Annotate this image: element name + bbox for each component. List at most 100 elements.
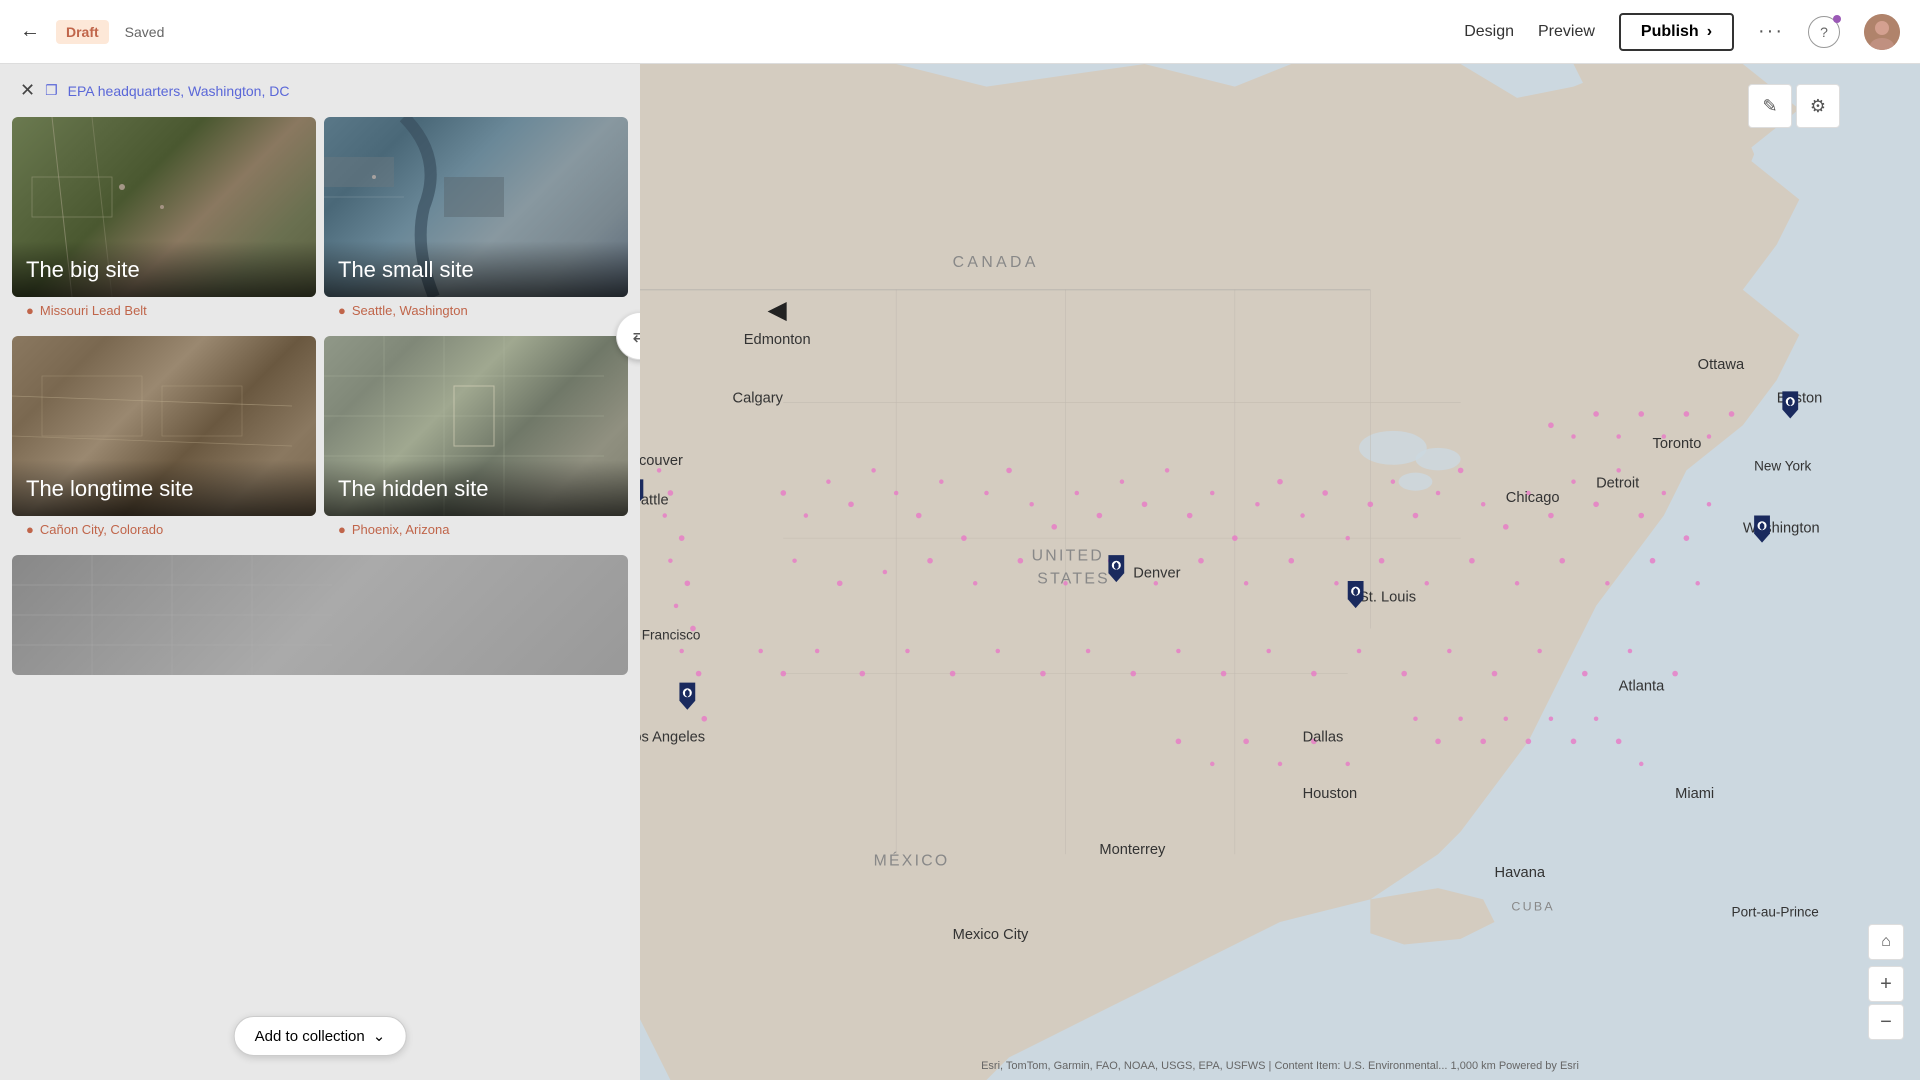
svg-text:Mexico City: Mexico City bbox=[953, 927, 1029, 943]
big-site-location-pin-icon: ● bbox=[26, 303, 34, 318]
hidden-site-container: The hidden site ● Phoenix, Arizona bbox=[324, 336, 628, 547]
zoom-in-button[interactable]: + bbox=[1868, 966, 1904, 1002]
svg-text:Houston: Houston bbox=[1303, 786, 1358, 802]
back-button[interactable]: ← bbox=[20, 20, 40, 43]
home-button[interactable]: ⌂ bbox=[1868, 924, 1904, 960]
svg-text:Detroit: Detroit bbox=[1596, 475, 1639, 491]
svg-text:Vancouver: Vancouver bbox=[640, 453, 683, 469]
big-site-container: The big site ● Missouri Lead Belt bbox=[12, 117, 316, 328]
svg-text:Los Angeles: Los Angeles bbox=[640, 729, 705, 745]
svg-text:Calgary: Calgary bbox=[732, 391, 783, 407]
hidden-site-card[interactable]: The hidden site bbox=[324, 336, 628, 516]
publish-arrow-icon: › bbox=[1707, 23, 1712, 41]
svg-text:◀: ◀ bbox=[767, 297, 787, 324]
zoom-out-icon: − bbox=[1880, 1011, 1892, 1034]
svg-text:Havana: Havana bbox=[1494, 865, 1545, 881]
settings-tool-button[interactable]: ⚙ bbox=[1796, 84, 1840, 128]
svg-text:Dallas: Dallas bbox=[1303, 729, 1344, 745]
hidden-site-overlay: The hidden site bbox=[324, 460, 628, 516]
svg-text:Miami: Miami bbox=[1675, 786, 1714, 802]
hidden-site-location[interactable]: Phoenix, Arizona bbox=[352, 522, 450, 537]
help-button[interactable]: ? bbox=[1808, 16, 1840, 48]
longtime-site-location-pin-icon: ● bbox=[26, 522, 34, 537]
svg-text:Atlanta: Atlanta bbox=[1619, 679, 1665, 695]
big-site-overlay: The big site bbox=[12, 241, 316, 297]
bottom-partial-card[interactable] bbox=[12, 555, 628, 675]
design-button[interactable]: Design bbox=[1464, 23, 1514, 41]
epa-link[interactable]: EPA headquarters, Washington, DC bbox=[68, 83, 290, 99]
sites-grid: The big site ● Missouri Lead Belt bbox=[0, 117, 640, 555]
longtime-site-overlay: The longtime site bbox=[12, 460, 316, 516]
svg-text:CANADA: CANADA bbox=[953, 254, 1039, 271]
svg-text:Port-au-Prince: Port-au-Prince bbox=[1732, 904, 1819, 919]
publish-button[interactable]: Publish › bbox=[1619, 13, 1734, 51]
svg-text:Toronto: Toronto bbox=[1653, 436, 1702, 452]
svg-text:Chicago: Chicago bbox=[1506, 490, 1560, 506]
svg-text:Seattle: Seattle bbox=[640, 492, 669, 508]
small-site-card[interactable]: The small site bbox=[324, 117, 628, 297]
swap-icon: ⇄ bbox=[632, 326, 640, 347]
pencil-icon: ✎ bbox=[1762, 96, 1777, 117]
hidden-site-title: The hidden site bbox=[338, 476, 614, 502]
zoom-controls: ⌂ + − bbox=[1868, 924, 1904, 1040]
big-site-location-row: ● Missouri Lead Belt bbox=[12, 297, 316, 328]
close-button[interactable]: ✕ bbox=[20, 80, 35, 101]
small-site-title: The small site bbox=[338, 257, 614, 283]
svg-text:STATES: STATES bbox=[1037, 570, 1110, 587]
publish-label: Publish bbox=[1641, 23, 1699, 41]
home-icon: ⌂ bbox=[1881, 933, 1891, 951]
map-attribution: Esri, TomTom, Garmin, FAO, NOAA, USGS, E… bbox=[640, 1060, 1920, 1072]
sites-section: The big site ● Missouri Lead Belt bbox=[0, 117, 640, 555]
nav-right: Design Preview Publish › ··· ? bbox=[1464, 13, 1900, 51]
draft-button[interactable]: Draft bbox=[56, 20, 109, 44]
preview-button[interactable]: Preview bbox=[1538, 23, 1595, 41]
edit-tool-button[interactable]: ✎ bbox=[1748, 84, 1792, 128]
svg-text:Denver: Denver bbox=[1133, 566, 1180, 582]
small-site-location-pin-icon: ● bbox=[338, 303, 346, 318]
small-site-overlay: The small site bbox=[324, 241, 628, 297]
gear-icon: ⚙ bbox=[1810, 96, 1826, 117]
left-panel: ✕ ❐ EPA headquarters, Washington, DC bbox=[0, 64, 640, 1080]
map-panel[interactable]: Edmonton Calgary Vancouver Seattle San F… bbox=[640, 64, 1920, 1080]
zoom-in-icon: + bbox=[1880, 973, 1892, 996]
add-collection-chevron-icon: ⌄ bbox=[373, 1027, 386, 1045]
notification-dot bbox=[1833, 15, 1841, 23]
small-site-location[interactable]: Seattle, Washington bbox=[352, 303, 468, 318]
svg-text:MÉXICO: MÉXICO bbox=[874, 851, 950, 870]
top-navigation: ← Draft Saved Design Preview Publish › ·… bbox=[0, 0, 1920, 64]
epa-pin-icon: ❐ bbox=[45, 82, 58, 99]
map-background: Edmonton Calgary Vancouver Seattle San F… bbox=[640, 64, 1920, 1080]
more-button[interactable]: ··· bbox=[1758, 20, 1784, 43]
map-toolbar: ✎ ⚙ bbox=[1748, 84, 1840, 128]
panel-header: ✕ ❐ EPA headquarters, Washington, DC bbox=[0, 64, 640, 117]
longtime-site-location[interactable]: Cañon City, Colorado bbox=[40, 522, 163, 537]
add-to-collection-button[interactable]: Add to collection ⌄ bbox=[234, 1016, 407, 1056]
help-icon: ? bbox=[1820, 24, 1828, 40]
zoom-out-button[interactable]: − bbox=[1868, 1004, 1904, 1040]
svg-text:CUBA: CUBA bbox=[1511, 900, 1554, 914]
svg-text:St. Louis: St. Louis bbox=[1359, 589, 1416, 605]
small-site-location-row: ● Seattle, Washington bbox=[324, 297, 628, 328]
main-content: ✕ ❐ EPA headquarters, Washington, DC bbox=[0, 64, 1920, 1080]
longtime-site-title: The longtime site bbox=[26, 476, 302, 502]
add-collection-label: Add to collection bbox=[255, 1028, 365, 1045]
big-site-title: The big site bbox=[26, 257, 302, 283]
big-site-location[interactable]: Missouri Lead Belt bbox=[40, 303, 147, 318]
hidden-site-location-pin-icon: ● bbox=[338, 522, 346, 537]
svg-text:Ottawa: Ottawa bbox=[1698, 357, 1745, 373]
bottom-card-texture bbox=[12, 555, 628, 675]
small-site-container: The small site ● Seattle, Washington bbox=[324, 117, 628, 328]
longtime-site-container: The longtime site ● Cañon City, Colorado bbox=[12, 336, 316, 547]
big-site-card[interactable]: The big site bbox=[12, 117, 316, 297]
svg-text:Monterrey: Monterrey bbox=[1099, 842, 1166, 858]
svg-text:UNITED: UNITED bbox=[1032, 548, 1104, 565]
svg-text:Edmonton: Edmonton bbox=[744, 332, 811, 348]
hidden-site-location-row: ● Phoenix, Arizona bbox=[324, 516, 628, 547]
svg-text:New York: New York bbox=[1754, 458, 1811, 473]
longtime-site-card[interactable]: The longtime site bbox=[12, 336, 316, 516]
avatar[interactable] bbox=[1864, 14, 1900, 50]
avatar-image bbox=[1864, 14, 1900, 50]
longtime-site-location-row: ● Cañon City, Colorado bbox=[12, 516, 316, 547]
saved-label: Saved bbox=[125, 24, 165, 40]
svg-text:San Francisco: San Francisco bbox=[640, 628, 700, 643]
